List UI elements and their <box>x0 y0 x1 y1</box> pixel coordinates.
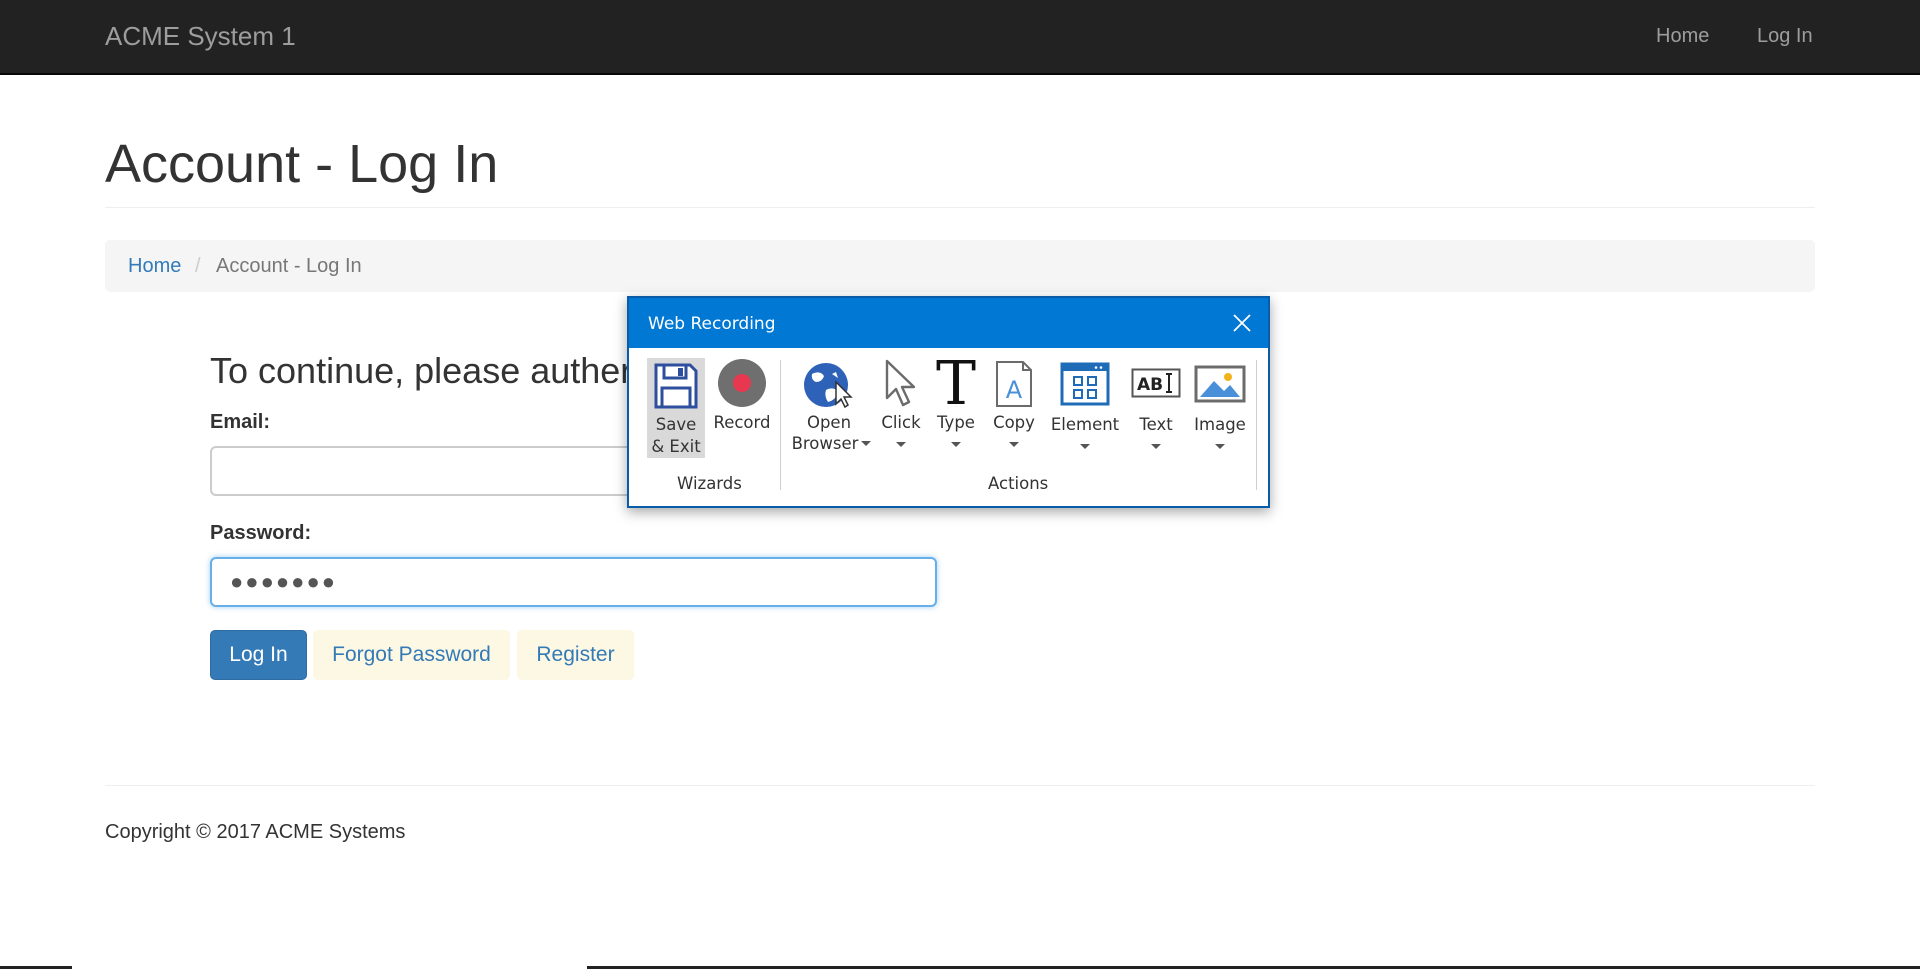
web-recording-dialog: Web Recording Save & Exit Record Open Br… <box>627 296 1270 508</box>
breadcrumb: Home / Account - Log In <box>105 240 1815 292</box>
register-button[interactable]: Register <box>517 630 634 680</box>
forgot-password-button[interactable]: Forgot Password <box>313 630 510 680</box>
chevron-down-icon <box>951 442 961 447</box>
text-label: Text <box>1139 415 1173 434</box>
group-divider <box>780 360 781 490</box>
chevron-down-icon <box>861 441 871 446</box>
breadcrumb-home-link[interactable]: Home <box>128 255 181 278</box>
dialog-titlebar[interactable]: Web Recording <box>629 298 1268 348</box>
element-label: Element <box>1050 415 1120 434</box>
page-title: Account - Log In <box>105 134 499 194</box>
save-exit-label-line2: & Exit <box>651 437 701 456</box>
dialog-title: Web Recording <box>648 314 776 334</box>
globe-cursor-icon <box>802 360 856 414</box>
copyright-text: Copyright © 2017 ACME Systems <box>105 821 406 843</box>
element-button[interactable]: Element <box>1047 358 1123 466</box>
breadcrumb-separator: / <box>195 255 201 277</box>
brand-link[interactable]: ACME System 1 <box>105 21 296 52</box>
footer-divider <box>105 785 1815 786</box>
svg-text:T: T <box>936 352 976 410</box>
password-field[interactable] <box>210 557 937 607</box>
chevron-down-icon <box>1151 444 1161 449</box>
image-button[interactable]: Image <box>1189 358 1251 466</box>
element-window-icon <box>1060 362 1110 410</box>
type-label: Type <box>937 413 975 432</box>
form-heading: To continue, please auther <box>210 350 633 391</box>
open-browser-label-line1: Open <box>806 413 852 432</box>
record-label: Record <box>713 413 771 432</box>
chevron-down-icon <box>1215 444 1225 449</box>
copy-label: Copy <box>993 413 1035 432</box>
image-picture-icon <box>1194 365 1246 407</box>
text-button[interactable]: AB Text <box>1129 358 1183 466</box>
svg-text:AB: AB <box>1137 375 1163 395</box>
login-button[interactable]: Log In <box>210 630 307 680</box>
record-button[interactable]: Record <box>711 358 773 458</box>
floppy-disk-icon <box>653 362 699 414</box>
wizards-group-label: Wizards <box>677 474 742 493</box>
chevron-down-icon <box>896 442 906 447</box>
title-divider <box>105 207 1815 208</box>
click-label: Click <box>881 413 921 432</box>
actions-group-label: Actions <box>988 474 1049 493</box>
nav-home-link[interactable]: Home <box>1656 25 1709 48</box>
record-icon <box>717 358 767 412</box>
save-exit-label-line1: Save <box>655 415 697 434</box>
copy-document-icon: A <box>993 360 1035 412</box>
image-label: Image <box>1194 415 1246 434</box>
open-browser-button[interactable]: Open Browser <box>789 358 871 466</box>
copy-button[interactable]: A Copy <box>987 358 1041 466</box>
group-divider <box>1256 360 1257 490</box>
chevron-down-icon <box>1009 442 1019 447</box>
close-icon[interactable] <box>1228 309 1256 337</box>
click-button[interactable]: Click <box>876 358 926 466</box>
breadcrumb-current: Account - Log In <box>216 255 362 277</box>
type-letter-icon: T <box>934 349 978 419</box>
email-label: Email: <box>210 411 271 433</box>
password-label: Password: <box>210 522 312 544</box>
nav-login-link[interactable]: Log In <box>1757 25 1813 48</box>
type-button[interactable]: T Type <box>931 349 981 466</box>
top-navbar: ACME System 1 Home Log In <box>0 0 1920 75</box>
mouse-pointer-icon <box>881 358 921 412</box>
open-browser-label-line2: Browser <box>791 434 859 453</box>
svg-text:A: A <box>1006 376 1023 404</box>
text-field-icon: AB <box>1131 368 1181 404</box>
chevron-down-icon <box>1080 444 1090 449</box>
save-exit-button[interactable]: Save & Exit <box>647 358 705 458</box>
